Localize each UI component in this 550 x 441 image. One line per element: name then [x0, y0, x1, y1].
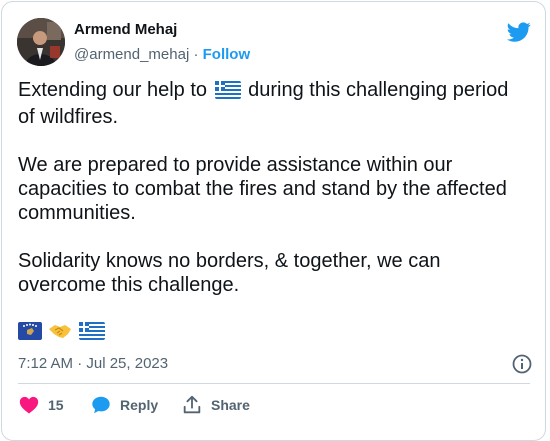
- divider: [18, 383, 530, 384]
- twitter-bird-icon[interactable]: [507, 20, 531, 44]
- tweet-paragraph-2: We are prepared to provide assistance wi…: [18, 154, 507, 224]
- kosovo-flag-icon: [18, 322, 42, 345]
- emoji-row: [18, 322, 107, 344]
- handshake-icon: [48, 322, 72, 345]
- follow-button[interactable]: Follow: [203, 46, 251, 63]
- like-count: 15: [48, 397, 64, 413]
- tweet-paragraph-3: Solidarity knows no borders, & together,…: [18, 250, 441, 296]
- info-icon[interactable]: [511, 353, 533, 375]
- author-handle[interactable]: @armend_mehaj: [74, 46, 189, 63]
- share-label: Share: [211, 397, 250, 413]
- action-bar: 15 Reply Share: [18, 393, 530, 417]
- separator: ·: [189, 46, 203, 63]
- tweet-text: Extending our help to during this challe…: [18, 78, 528, 297]
- share-icon: [183, 395, 201, 414]
- tweet-timestamp[interactable]: 7:12 AM · Jul 25, 2023: [18, 354, 168, 374]
- tweet-text-segment: Extending our help to: [18, 79, 213, 101]
- reply-label: Reply: [120, 397, 159, 413]
- greece-flag-icon: [78, 322, 105, 345]
- tweet-paragraph-1: Extending our help to during this challe…: [18, 78, 528, 129]
- reply-button[interactable]: Reply: [90, 393, 158, 417]
- author-handle-line: @armend_mehaj · Follow: [74, 45, 250, 65]
- share-button[interactable]: Share: [181, 393, 250, 417]
- greece-flag-icon: [214, 81, 241, 105]
- reply-bubble-icon: [92, 396, 110, 414]
- like-button[interactable]: 15: [18, 393, 64, 417]
- author-name[interactable]: Armend Mehaj: [74, 20, 177, 40]
- tweet-card: Armend Mehaj @armend_mehaj · Follow Exte…: [1, 1, 546, 441]
- heart-icon: [19, 396, 39, 414]
- avatar[interactable]: [17, 18, 65, 66]
